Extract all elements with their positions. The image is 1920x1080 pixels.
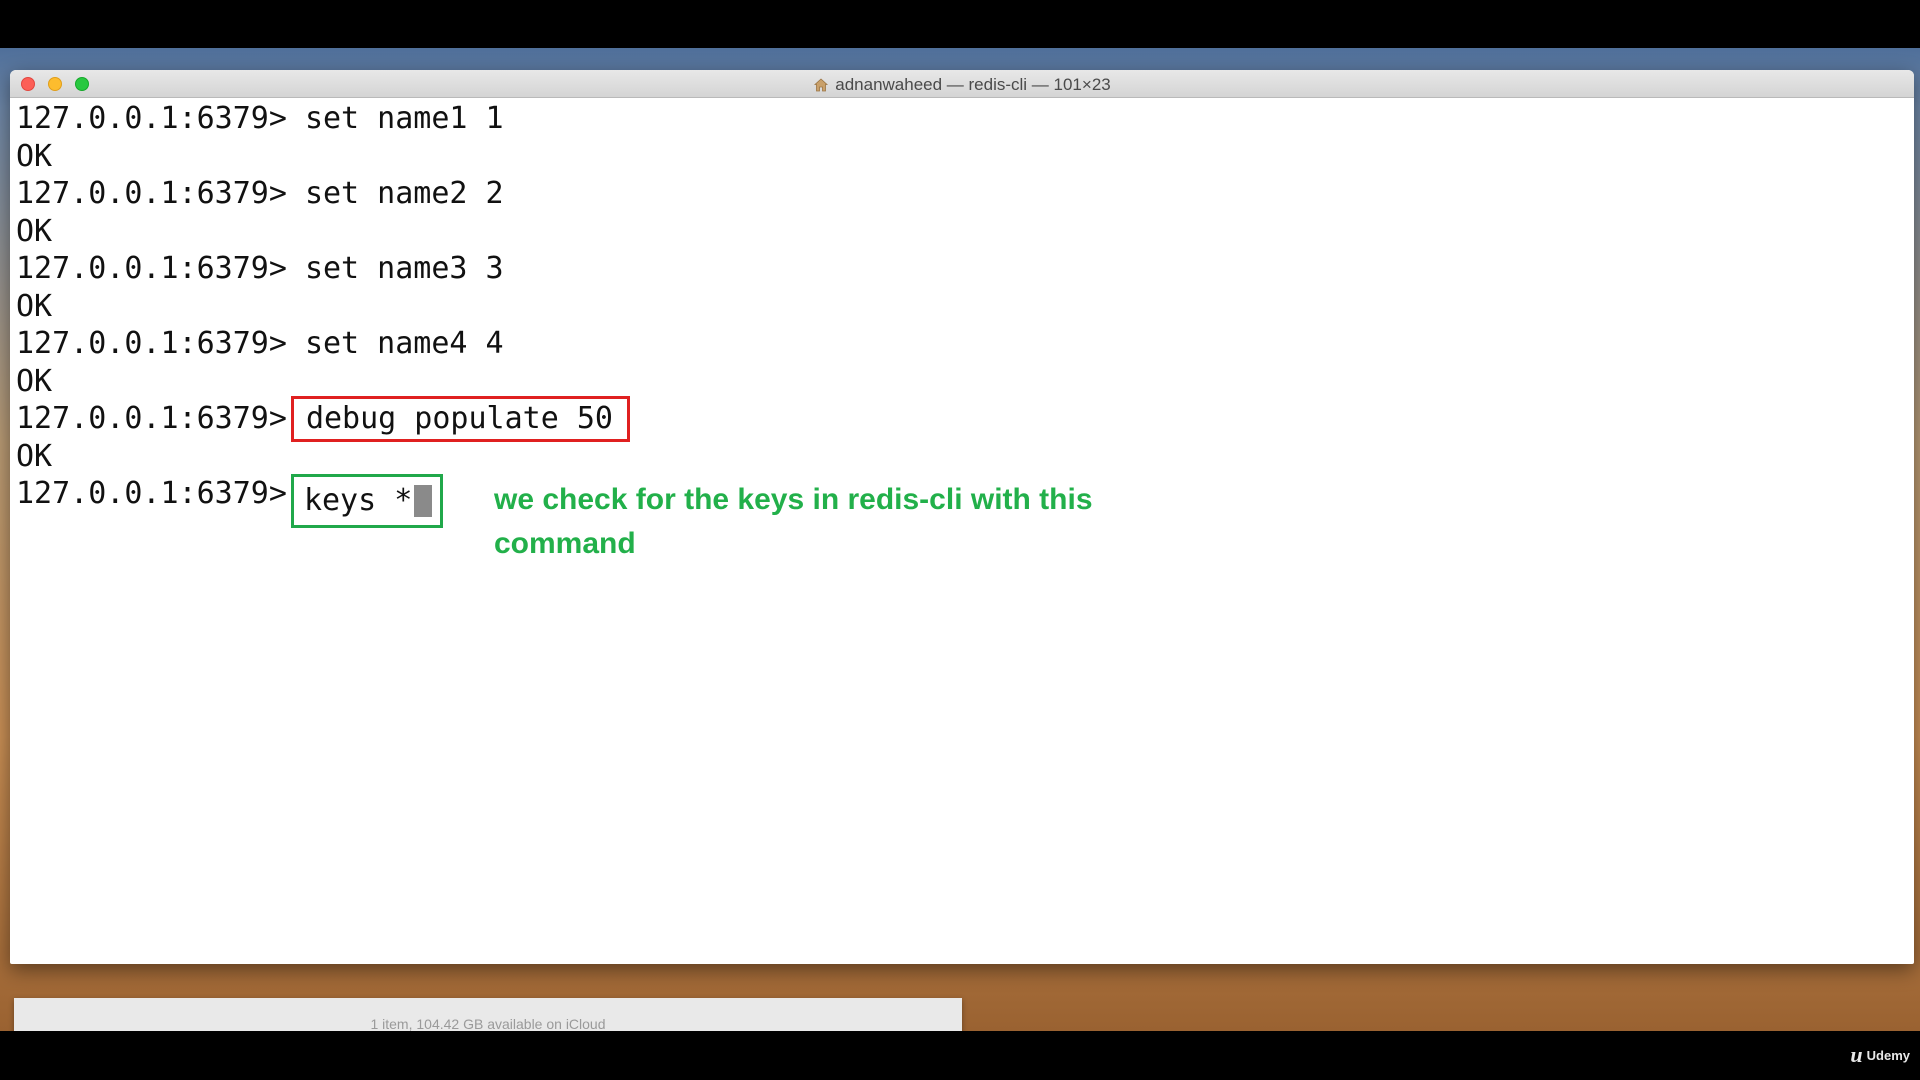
terminal-response: OK	[16, 363, 53, 399]
terminal-response: OK	[16, 288, 53, 324]
udemy-brand-text: Udemy	[1866, 1047, 1910, 1063]
terminal-line: 127.0.0.1:6379> set name1 1	[16, 100, 1914, 138]
terminal-response: OK	[16, 138, 53, 174]
terminal-prompt: 127.0.0.1:6379>	[16, 251, 287, 286]
terminal-line: OK	[16, 288, 1914, 326]
terminal-line: OK	[16, 438, 1914, 476]
udemy-watermark: u Udemy	[1850, 1042, 1910, 1068]
finder-status-text: 1 item, 104.42 GB available on iCloud	[370, 1016, 606, 1031]
terminal-command: set name4 4	[304, 326, 504, 361]
terminal-line: OK	[16, 138, 1914, 176]
debug-populate-highlight: debug populate 50	[290, 395, 630, 442]
terminal-response: OK	[16, 213, 53, 249]
terminal-command: set name2 2	[304, 176, 504, 211]
terminal-line: 127.0.0.1:6379> set name3 3	[16, 250, 1914, 288]
terminal-command: keys *	[303, 483, 413, 518]
text-cursor	[414, 484, 433, 517]
home-folder-icon	[814, 78, 829, 92]
terminal-prompt: 127.0.0.1:6379>	[16, 176, 287, 211]
terminal-prompt: 127.0.0.1:6379>	[16, 326, 287, 361]
terminal-command: debug populate 50	[305, 401, 613, 436]
annotation-callout: we check for the keys in redis-cli with …	[494, 483, 1093, 560]
terminal-titlebar[interactable]: adnanwaheed — redis-cli — 101×23	[10, 70, 1914, 98]
window-title: adnanwaheed — redis-cli — 101×23	[10, 75, 1914, 95]
window-title-text: adnanwaheed — redis-cli — 101×23	[835, 75, 1111, 94]
terminal-line: 127.0.0.1:6379> set name4 4	[16, 325, 1914, 363]
terminal-command: set name3 3	[304, 251, 504, 286]
terminal-prompt: 127.0.0.1:6379>	[16, 401, 287, 436]
terminal-line: OK	[16, 213, 1914, 251]
terminal-prompt: 127.0.0.1:6379>	[16, 101, 287, 136]
terminal-line: 127.0.0.1:6379> debug populate 50	[16, 395, 1914, 442]
terminal-response: OK	[16, 438, 53, 474]
terminal-line: OK	[16, 363, 1914, 401]
udemy-logo-icon: u	[1850, 1042, 1863, 1067]
terminal-window[interactable]: adnanwaheed — redis-cli — 101×23 127.0.0…	[10, 70, 1914, 964]
terminal-command: set name1 1	[304, 101, 504, 136]
terminal-line: 127.0.0.1:6379> set name2 2	[16, 175, 1914, 213]
keys-command-highlight: keys *	[290, 473, 444, 528]
terminal-prompt: 127.0.0.1:6379>	[16, 476, 287, 511]
finder-window[interactable]: 1 item, 104.42 GB available on iCloud	[14, 998, 962, 1031]
